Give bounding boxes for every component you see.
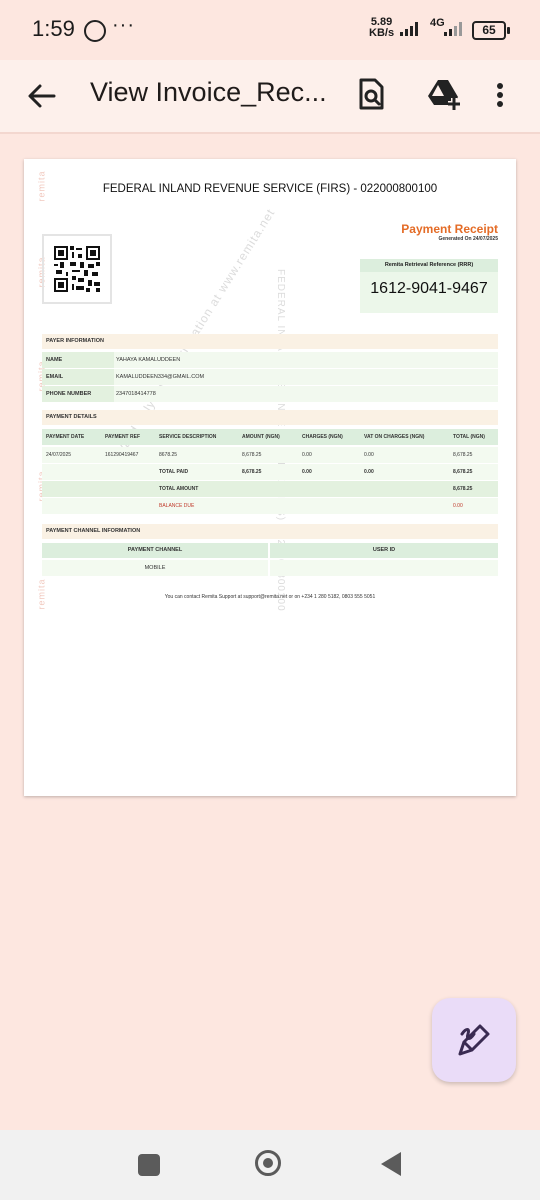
charges: 0.00 [302,452,312,458]
home-circle-icon[interactable] [255,1150,281,1176]
network-speed-unit: KB/s [369,27,395,39]
rrr-value: 1612-9041-9467 [370,280,488,297]
app-bar-divider [0,132,540,134]
channel-table-header: PAYMENT CHANNEL USER ID [42,543,498,558]
column-header: TOTAL (NGN) [453,434,485,440]
total-amount-label: TOTAL AMOUNT [159,486,199,492]
column-header: VAT ON CHARGES (NGN) [364,434,425,440]
more-notifications-icon: ··· [112,14,135,36]
app-bar: View Invoice_Rec... [0,60,540,132]
payment-channel: MOBILE [42,560,268,576]
balance-due-value: 0.00 [453,503,463,509]
channel-section-title: PAYMENT CHANNEL INFORMATION [42,524,498,539]
payer-section-title: PAYER INFORMATION [42,334,498,349]
balance-due-label: BALANCE DUE [159,503,195,509]
payer-label: PHONE NUMBER [42,386,114,402]
generated-date: Generated On 24/07/2025 [438,236,498,242]
column-header: CHARGES (NGN) [302,434,343,440]
page-title: View Invoice_Rec... [90,77,327,107]
edit-fab-button[interactable] [432,998,516,1082]
network-type: 4G [430,17,445,29]
whatsapp-icon [84,20,106,42]
column-header: SERVICE DESCRIPTION [159,434,217,440]
rrr-label: Remita Retrieval Reference (RRR) [360,259,498,272]
column-header: PAYMENT DATE [46,434,85,440]
total: 8,678.25 [453,452,473,458]
total-amount-row: TOTAL AMOUNT 8,678.25 [42,481,498,497]
system-nav-bar [0,1130,540,1200]
total-paid-row: TOTAL PAID 8,678.25 0.00 0.00 8,678.25 [42,464,498,480]
contact-note: You can contact Remita Support at suppor… [164,594,376,600]
payment-row: 24/07/2025 161290419467 8678.25 8,678.25… [42,447,498,463]
payment-section-title: PAYMENT DETAILS [42,410,498,425]
vat-charges: 0.00 [364,452,374,458]
edit-pen-icon [458,1024,490,1056]
qr-code [42,234,112,304]
signal-icon [400,22,422,36]
battery-icon: 65 [472,21,510,40]
status-bar: 1:59 ··· 5.89 KB/s 4G 65 [0,0,540,60]
clock-time: 1:59 [32,16,75,41]
channel-row: MOBILE [42,560,498,576]
invoice-page: remita remita remita remita remita Valid… [24,159,516,796]
amount: 8,678.25 [242,452,262,458]
column-header: PAYMENT REF [105,434,141,440]
total-paid-vat: 0.00 [364,469,374,475]
back-triangle-icon[interactable] [381,1152,401,1176]
payer-row-name: NAME YAHAYA KAMALUDDEEN [42,352,498,368]
more-vert-icon[interactable] [488,74,512,114]
payer-label: EMAIL [42,369,114,385]
payer-label: NAME [42,352,114,368]
back-arrow-icon[interactable] [22,76,62,116]
rrr-box: Remita Retrieval Reference (RRR) 1612-90… [360,259,498,313]
payer-row-email: EMAIL KAMALUDDEEN334@GMAIL.COM [42,369,498,385]
recents-square-icon[interactable] [138,1154,160,1176]
service-description: 8678.25 [159,452,178,458]
document-search-icon[interactable] [351,74,391,114]
document-header: FEDERAL INLAND REVENUE SERVICE (FIRS) - … [102,183,438,195]
payer-value: YAHAYA KAMALUDDEEN [116,357,181,363]
column-header: AMOUNT (NGN) [242,434,280,440]
payment-date: 24/07/2025 [46,452,72,458]
total-paid-label: TOTAL PAID [159,469,189,475]
user-id [270,560,498,576]
total-paid-total: 8,678.25 [453,469,473,475]
balance-due-row: BALANCE DUE 0.00 [42,498,498,514]
payer-row-phone: PHONE NUMBER 2347018414778 [42,386,498,402]
drive-add-icon[interactable] [424,74,464,114]
payer-value: 2347018414778 [116,391,156,397]
payment-table-header: PAYMENT DATE PAYMENT REF SERVICE DESCRIP… [42,429,498,445]
network-speed: 5.89 KB/s [369,17,394,39]
payment-ref: 161290419467 [105,452,139,458]
receipt-title: Payment Receipt [401,222,498,236]
column-header: PAYMENT CHANNEL [42,543,268,558]
total-paid-charges: 0.00 [302,469,312,475]
column-header: USER ID [270,543,498,558]
signal-icon-2 [444,22,466,36]
total-amount-value: 8,678.25 [453,486,473,492]
payer-value: KAMALUDDEEN334@GMAIL.COM [116,374,205,380]
total-paid-amount: 8,678.25 [242,469,262,475]
